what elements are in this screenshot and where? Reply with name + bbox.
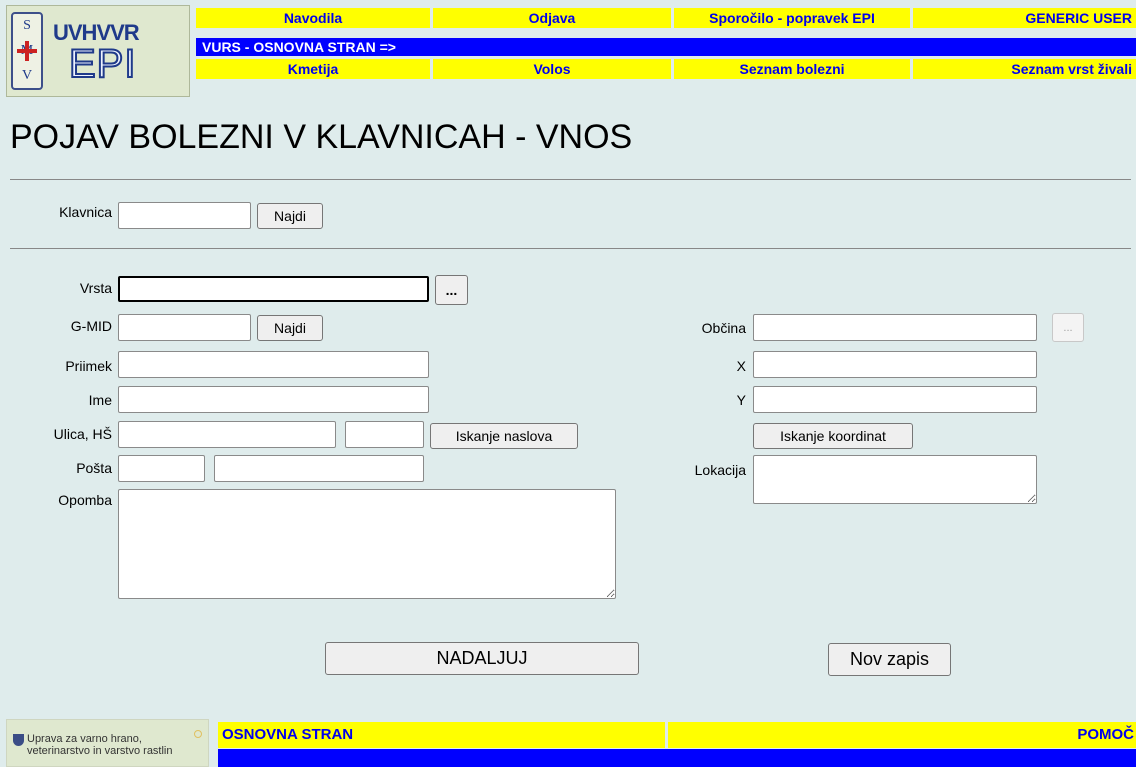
- breadcrumb[interactable]: VURS - OSNOVNA STRAN =>: [196, 38, 1136, 56]
- shield-icon: [13, 734, 24, 746]
- org-name-line2: veterinarstvo in varstvo rastlin: [27, 745, 173, 757]
- ime-input[interactable]: [118, 386, 429, 413]
- y-label: Y: [736, 392, 746, 408]
- lokacija-textarea[interactable]: [753, 455, 1037, 504]
- seal-icon: S M V: [11, 12, 43, 90]
- cross-icon: [17, 41, 37, 61]
- footer-help-link[interactable]: POMOČ: [668, 722, 1136, 748]
- lokacija-label: Lokacija: [694, 462, 746, 478]
- priimek-label: Priimek: [65, 358, 112, 374]
- klavnica-najdi-button[interactable]: Najdi: [257, 203, 323, 229]
- nav-seznam-vrst-zivali[interactable]: Seznam vrst živali: [913, 59, 1136, 79]
- opomba-textarea[interactable]: [118, 489, 616, 599]
- posta-number-input[interactable]: [118, 455, 205, 482]
- logo-text-epi: EPI: [68, 41, 137, 87]
- gmid-najdi-button[interactable]: Najdi: [257, 315, 323, 341]
- obcina-browse-button[interactable]: ...: [1052, 313, 1084, 342]
- divider: [10, 179, 1131, 180]
- x-label: X: [736, 358, 746, 374]
- seal-letter-s: S: [23, 18, 31, 34]
- footer-home-link[interactable]: OSNOVNA STRAN: [218, 722, 665, 748]
- klavnica-label: Klavnica: [59, 204, 112, 220]
- x-coordinate-input[interactable]: [753, 351, 1037, 378]
- nav-sporocilo[interactable]: Sporočilo - popravek EPI: [674, 8, 910, 28]
- iskanje-koordinat-button[interactable]: Iskanje koordinat: [753, 423, 913, 449]
- page-title: POJAV BOLEZNI V KLAVNICAH - VNOS: [10, 118, 633, 156]
- nov-zapis-button[interactable]: Nov zapis: [828, 643, 951, 676]
- footer-blue-bar: [218, 749, 1136, 767]
- gmid-input[interactable]: [118, 314, 251, 341]
- ime-label: Ime: [88, 392, 112, 408]
- hisna-stevilka-input[interactable]: [345, 421, 424, 448]
- y-coordinate-input[interactable]: [753, 386, 1037, 413]
- nav-volos[interactable]: Volos: [433, 59, 671, 79]
- vrsta-label: Vrsta: [79, 280, 112, 296]
- klavnica-input[interactable]: [118, 202, 251, 229]
- posta-label: Pošta: [76, 460, 112, 476]
- app-logo: S M V UVHVVR EPI: [6, 5, 190, 97]
- priimek-input[interactable]: [118, 351, 429, 378]
- iskanje-naslova-button[interactable]: Iskanje naslova: [430, 423, 578, 449]
- nav-kmetija[interactable]: Kmetija: [196, 59, 430, 79]
- divider: [10, 248, 1131, 249]
- nav-seznam-bolezni[interactable]: Seznam bolezni: [674, 59, 910, 79]
- obcina-label: Občina: [701, 320, 746, 336]
- circle-icon: [194, 730, 202, 738]
- vrsta-browse-button[interactable]: ...: [435, 275, 468, 305]
- nadaljuj-button[interactable]: NADALJUJ: [325, 642, 639, 675]
- obcina-input[interactable]: [753, 314, 1037, 341]
- nav-odjava[interactable]: Odjava: [433, 8, 671, 28]
- seal-letter-v: V: [21, 67, 33, 83]
- posta-name-input[interactable]: [214, 455, 424, 482]
- org-name-line1: Uprava za varno hrano,: [27, 733, 142, 745]
- footer-org-logo: Uprava za varno hrano, veterinarstvo in …: [6, 719, 209, 767]
- vrsta-input[interactable]: [118, 276, 429, 302]
- opomba-label: Opomba: [58, 492, 112, 508]
- nav-user: GENERIC USER: [913, 8, 1136, 28]
- ulica-label: Ulica, HŠ: [53, 426, 112, 442]
- gmid-label: G-MID: [70, 318, 112, 334]
- nav-navodila[interactable]: Navodila: [196, 8, 430, 28]
- ulica-input[interactable]: [118, 421, 336, 448]
